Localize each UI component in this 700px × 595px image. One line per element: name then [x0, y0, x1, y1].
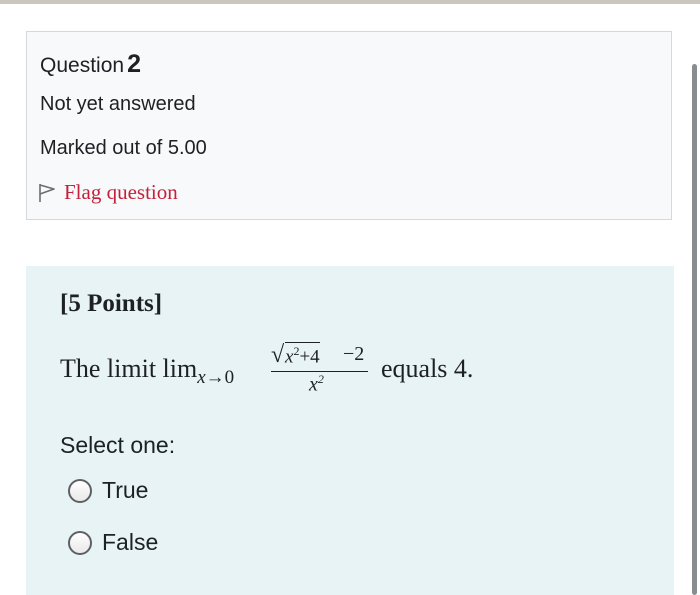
flag-question-label[interactable]: Flag question: [64, 180, 178, 205]
question-content-panel: [5 Points] The limit limx→0 √ x2+4 −2 x2…: [26, 266, 674, 595]
fraction-denominator: x2: [309, 372, 324, 396]
points-label: [5 Points]: [60, 290, 163, 317]
select-one-prompt: Select one:: [60, 432, 176, 458]
limit-fraction: √ x2+4 −2 x2: [271, 336, 371, 406]
page-scrollbar[interactable]: [692, 64, 697, 595]
square-root-sign: √: [271, 342, 285, 368]
option-true[interactable]: True: [68, 477, 148, 504]
question-lead: The limit limx→0: [60, 354, 235, 388]
question-state: Not yet answered: [40, 93, 196, 115]
question-info-panel: Question 2 Not yet answered Marked out of…: [26, 31, 672, 220]
radicand: x2+4: [285, 342, 320, 368]
option-false-label[interactable]: False: [102, 529, 158, 556]
radio-unchecked-icon[interactable]: [68, 530, 92, 555]
question-tail: equals 4.: [381, 354, 474, 383]
radio-unchecked-icon[interactable]: [68, 478, 92, 503]
option-true-label[interactable]: True: [102, 477, 148, 504]
fraction-numerator: √ x2+4 −2: [271, 340, 371, 368]
question-number: 2: [127, 50, 141, 78]
flag-outline-icon: [38, 183, 56, 203]
question-label: Question: [40, 54, 125, 77]
numerator-subtraction: −2: [343, 343, 365, 365]
question-heading: Question 2: [40, 50, 141, 79]
flag-question-button[interactable]: Flag question: [38, 180, 178, 205]
top-strip: [0, 0, 700, 4]
limit-subscript: x→0: [197, 367, 235, 388]
option-false[interactable]: False: [68, 529, 158, 556]
question-grade: Marked out of 5.00: [40, 137, 207, 159]
